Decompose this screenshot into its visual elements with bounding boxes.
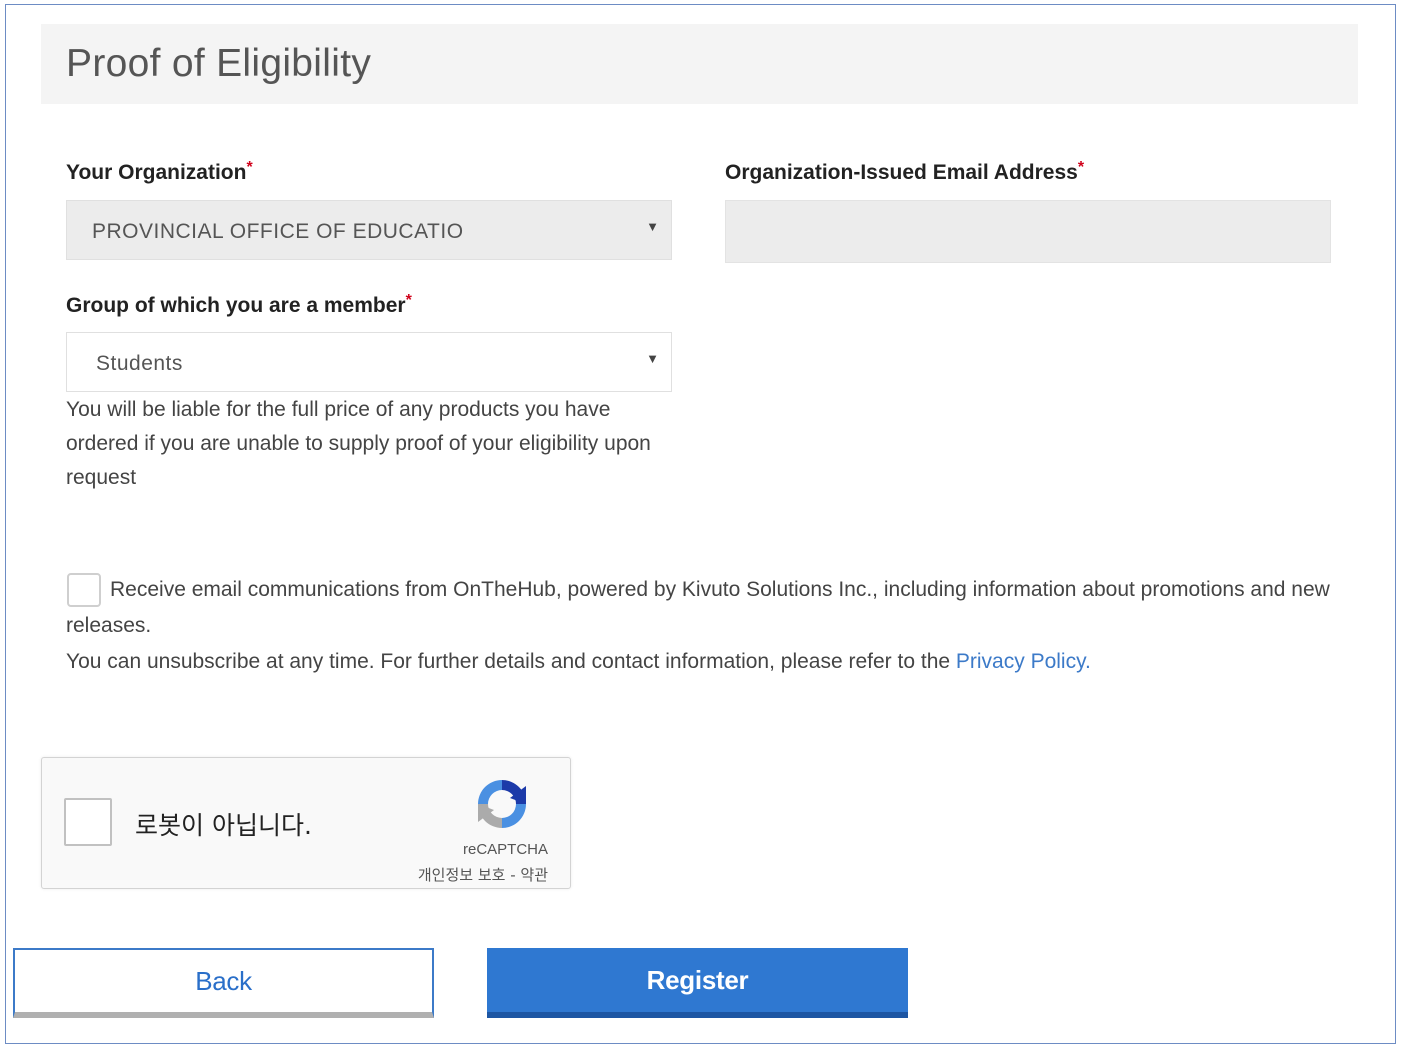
email-label-text: Organization-Issued Email Address (725, 161, 1078, 184)
recaptcha-widget: 로봇이 아닙니다. reCAPTCHA 개인정보 보호 - 약관 (41, 757, 571, 889)
recaptcha-checkbox[interactable] (64, 798, 112, 846)
email-label: Organization-Issued Email Address* (725, 159, 1085, 185)
recaptcha-terms-link[interactable]: 개인정보 보호 - 약관 (418, 864, 548, 885)
section-header: Proof of Eligibility (41, 24, 1358, 104)
consent-line-2-period: . (1085, 650, 1091, 673)
recaptcha-logo-icon (478, 780, 526, 828)
consent-line-1: Receive email communications from OnTheH… (66, 578, 1330, 637)
register-button[interactable]: Register (487, 948, 908, 1018)
recaptcha-brand: reCAPTCHA (462, 841, 548, 858)
group-label-text: Group of which you are a member (66, 294, 406, 317)
organization-label: Your Organization* (66, 159, 253, 185)
page-title: Proof of Eligibility (66, 42, 372, 85)
liability-note: You will be liable for the full price of… (66, 398, 651, 489)
back-button[interactable]: Back (13, 948, 434, 1018)
required-mark: * (246, 159, 253, 176)
chevron-down-icon: ▼ (646, 219, 659, 234)
group-label: Group of which you are a member* (66, 292, 412, 318)
recaptcha-label: 로봇이 아닙니다. (135, 811, 312, 840)
email-consent-text: Receive email communications from OnTheH… (66, 572, 1336, 680)
organization-selected-value: PROVINCIAL OFFICE OF EDUCATIO (92, 220, 464, 243)
required-mark: * (405, 292, 412, 309)
chevron-down-icon: ▼ (646, 351, 659, 366)
consent-line-2-text: You can unsubscribe at any time. For fur… (66, 650, 956, 673)
group-selected-value: Students (96, 352, 183, 375)
consent-line-2: You can unsubscribe at any time. For fur… (66, 644, 1336, 680)
email-field[interactable] (725, 200, 1331, 263)
group-select[interactable]: Students ▼ (66, 332, 672, 392)
organization-label-text: Your Organization (66, 161, 247, 184)
organization-select[interactable]: PROVINCIAL OFFICE OF EDUCATIO ▼ (66, 200, 672, 260)
privacy-policy-link[interactable]: Privacy Policy (956, 650, 1085, 673)
required-mark: * (1077, 159, 1085, 176)
